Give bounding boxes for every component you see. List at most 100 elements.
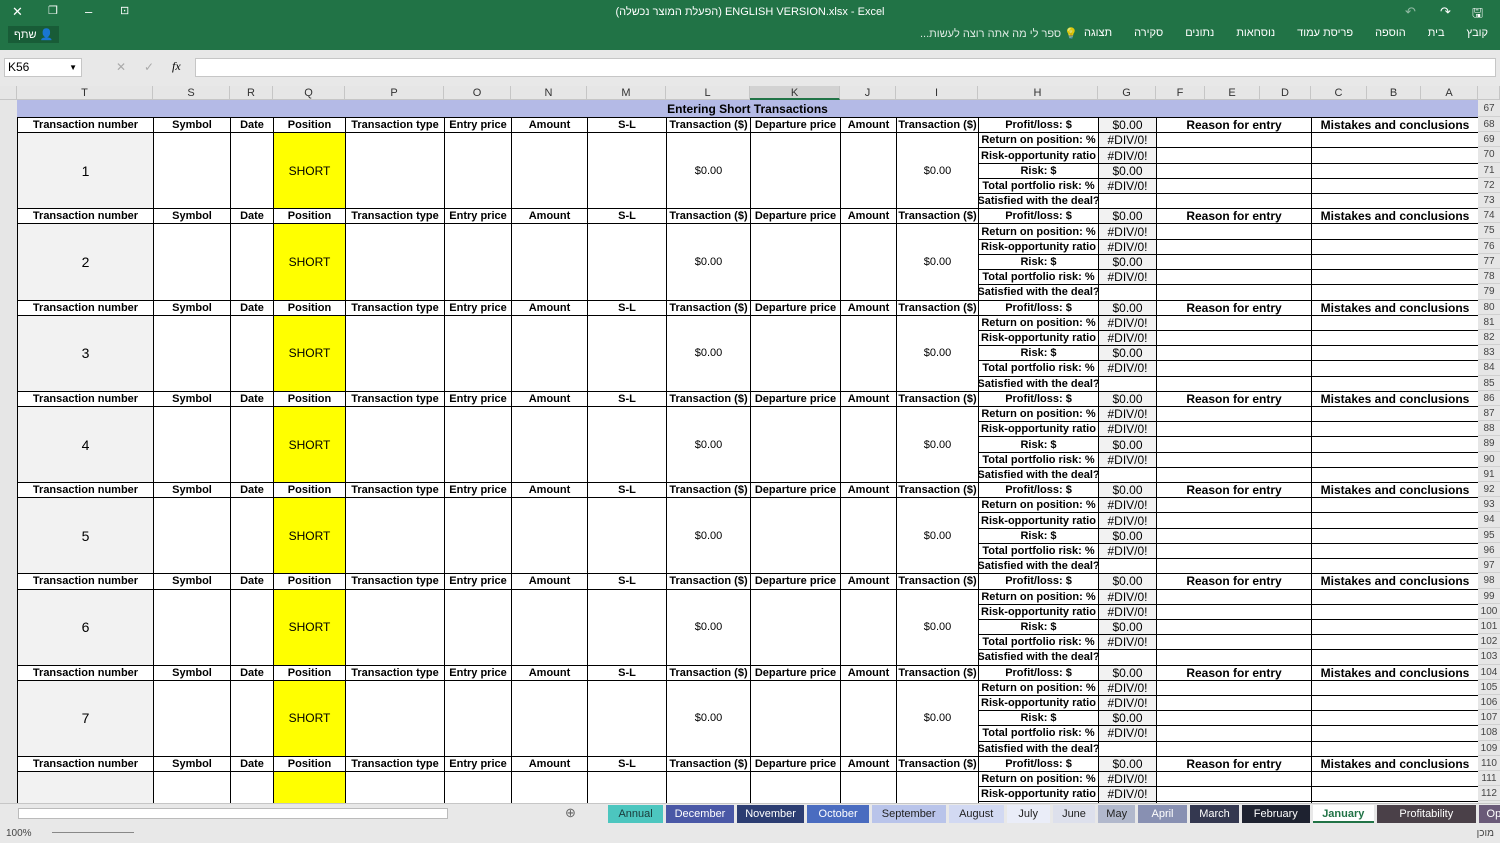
position-cell[interactable]: SHORT bbox=[273, 679, 346, 757]
data-cell[interactable] bbox=[750, 223, 841, 301]
mistakes-cell[interactable] bbox=[1311, 558, 1479, 575]
data-cell[interactable] bbox=[511, 771, 588, 803]
reason-cell[interactable] bbox=[1156, 314, 1312, 331]
sheet-tab-may[interactable]: May bbox=[1098, 805, 1135, 823]
position-cell[interactable]: SHORT bbox=[273, 497, 346, 575]
column-header-T[interactable]: T bbox=[17, 86, 153, 100]
reason-cell[interactable] bbox=[1156, 771, 1312, 788]
ribbon-tab[interactable]: פריסת עמוד bbox=[1297, 27, 1353, 39]
transaction-number[interactable]: 4 bbox=[17, 405, 154, 484]
row-number[interactable]: 86 bbox=[1478, 390, 1500, 406]
column-header-F[interactable]: F bbox=[1156, 86, 1205, 100]
select-all-button[interactable] bbox=[0, 86, 17, 100]
summary-value[interactable] bbox=[1098, 284, 1157, 301]
row-number[interactable]: 96 bbox=[1478, 542, 1500, 559]
reason-cell[interactable] bbox=[1156, 147, 1312, 164]
sheet-tab-september[interactable]: September bbox=[871, 805, 946, 823]
reason-cell[interactable] bbox=[1156, 512, 1312, 529]
transaction-number[interactable]: 1 bbox=[17, 132, 154, 210]
enter-icon[interactable]: ✓ bbox=[144, 60, 154, 74]
transaction-out-value[interactable]: $0.00 bbox=[896, 588, 979, 666]
mistakes-cell[interactable] bbox=[1311, 147, 1479, 164]
row-number[interactable]: 102 bbox=[1478, 634, 1500, 650]
reason-cell[interactable] bbox=[1156, 588, 1312, 605]
column-header-P[interactable]: P bbox=[345, 86, 444, 100]
data-cell[interactable] bbox=[587, 497, 667, 575]
reason-cell[interactable] bbox=[1156, 132, 1312, 149]
data-cell[interactable] bbox=[587, 314, 667, 392]
summary-value[interactable]: $0.00 bbox=[1098, 755, 1157, 773]
sheet-tab-february[interactable]: February bbox=[1242, 805, 1310, 823]
summary-value[interactable]: #DIV/0! bbox=[1098, 147, 1157, 164]
mistakes-cell[interactable] bbox=[1311, 542, 1479, 560]
row-number[interactable]: 91 bbox=[1478, 466, 1500, 483]
reason-cell[interactable] bbox=[1156, 527, 1312, 544]
transaction-in-value[interactable]: $0.00 bbox=[666, 314, 751, 392]
row-number[interactable]: 74 bbox=[1478, 208, 1500, 224]
mistakes-cell[interactable] bbox=[1311, 405, 1479, 423]
data-cell[interactable] bbox=[511, 223, 588, 301]
reason-cell[interactable] bbox=[1156, 451, 1312, 468]
transaction-number[interactable]: 5 bbox=[17, 497, 154, 575]
column-header-C[interactable]: C bbox=[1311, 86, 1367, 100]
summary-value[interactable]: #DIV/0! bbox=[1098, 405, 1157, 423]
row-number[interactable]: 100 bbox=[1478, 603, 1500, 619]
row-number[interactable]: 73 bbox=[1478, 193, 1500, 209]
row-number[interactable]: 97 bbox=[1478, 558, 1500, 574]
column-header-A[interactable]: A bbox=[1421, 86, 1478, 100]
data-cell[interactable] bbox=[230, 314, 274, 392]
transaction-in-value[interactable]: $0.00 bbox=[666, 405, 751, 484]
data-cell[interactable] bbox=[840, 679, 897, 757]
ribbon-tab[interactable]: נוסחאות bbox=[1236, 27, 1275, 39]
mistakes-cell[interactable] bbox=[1311, 771, 1479, 788]
data-cell[interactable] bbox=[444, 679, 512, 757]
mistakes-cell[interactable] bbox=[1311, 284, 1479, 301]
sheet-tab-annual[interactable]: Annual bbox=[608, 805, 664, 823]
data-cell[interactable] bbox=[345, 771, 445, 803]
data-cell[interactable] bbox=[230, 132, 274, 210]
transaction-out-value[interactable]: $0.00 bbox=[896, 405, 979, 484]
summary-value[interactable]: #DIV/0! bbox=[1098, 512, 1157, 529]
data-cell[interactable] bbox=[345, 223, 445, 301]
reason-cell[interactable] bbox=[1156, 618, 1312, 636]
row-number[interactable]: 103 bbox=[1478, 649, 1500, 665]
data-cell[interactable] bbox=[444, 405, 512, 484]
row-number[interactable]: 99 bbox=[1478, 588, 1500, 604]
data-cell[interactable] bbox=[345, 588, 445, 666]
reason-cell[interactable] bbox=[1156, 542, 1312, 560]
mistakes-cell[interactable] bbox=[1311, 314, 1479, 331]
summary-value[interactable] bbox=[1098, 193, 1157, 210]
column-header-I[interactable]: I bbox=[896, 86, 978, 100]
data-cell[interactable] bbox=[345, 679, 445, 757]
column-header-S[interactable]: S bbox=[153, 86, 230, 100]
row-number[interactable]: 93 bbox=[1478, 497, 1500, 513]
mistakes-cell[interactable] bbox=[1311, 238, 1479, 255]
data-cell[interactable] bbox=[587, 771, 667, 803]
reason-cell[interactable] bbox=[1156, 193, 1312, 210]
summary-value[interactable]: $0.00 bbox=[1098, 299, 1157, 316]
row-number[interactable]: 79 bbox=[1478, 284, 1500, 300]
row-number[interactable]: 78 bbox=[1478, 269, 1500, 285]
summary-value[interactable]: #DIV/0! bbox=[1098, 223, 1157, 240]
row-number[interactable]: 110 bbox=[1478, 755, 1500, 772]
mistakes-cell[interactable] bbox=[1311, 740, 1479, 757]
reason-cell[interactable] bbox=[1156, 710, 1312, 727]
mistakes-cell[interactable] bbox=[1311, 436, 1479, 453]
transaction-out-value[interactable]: $0.00 bbox=[896, 223, 979, 301]
data-cell[interactable] bbox=[230, 223, 274, 301]
reason-cell[interactable] bbox=[1156, 421, 1312, 438]
reason-cell[interactable] bbox=[1156, 725, 1312, 742]
mistakes-cell[interactable] bbox=[1311, 360, 1479, 377]
summary-value[interactable] bbox=[1098, 466, 1157, 484]
data-cell[interactable] bbox=[511, 405, 588, 484]
data-cell[interactable] bbox=[840, 588, 897, 666]
row-number[interactable]: 76 bbox=[1478, 238, 1500, 254]
column-header-N[interactable]: N bbox=[511, 86, 587, 100]
summary-value[interactable]: #DIV/0! bbox=[1098, 451, 1157, 468]
summary-value[interactable]: #DIV/0! bbox=[1098, 269, 1157, 286]
save-icon[interactable]: 🖫 bbox=[1472, 4, 1483, 26]
column-header-R[interactable]: R bbox=[230, 86, 273, 100]
row-number[interactable]: 105 bbox=[1478, 679, 1500, 695]
function-icon[interactable]: fx bbox=[172, 59, 181, 74]
transaction-out-value[interactable]: $0.00 bbox=[896, 679, 979, 757]
